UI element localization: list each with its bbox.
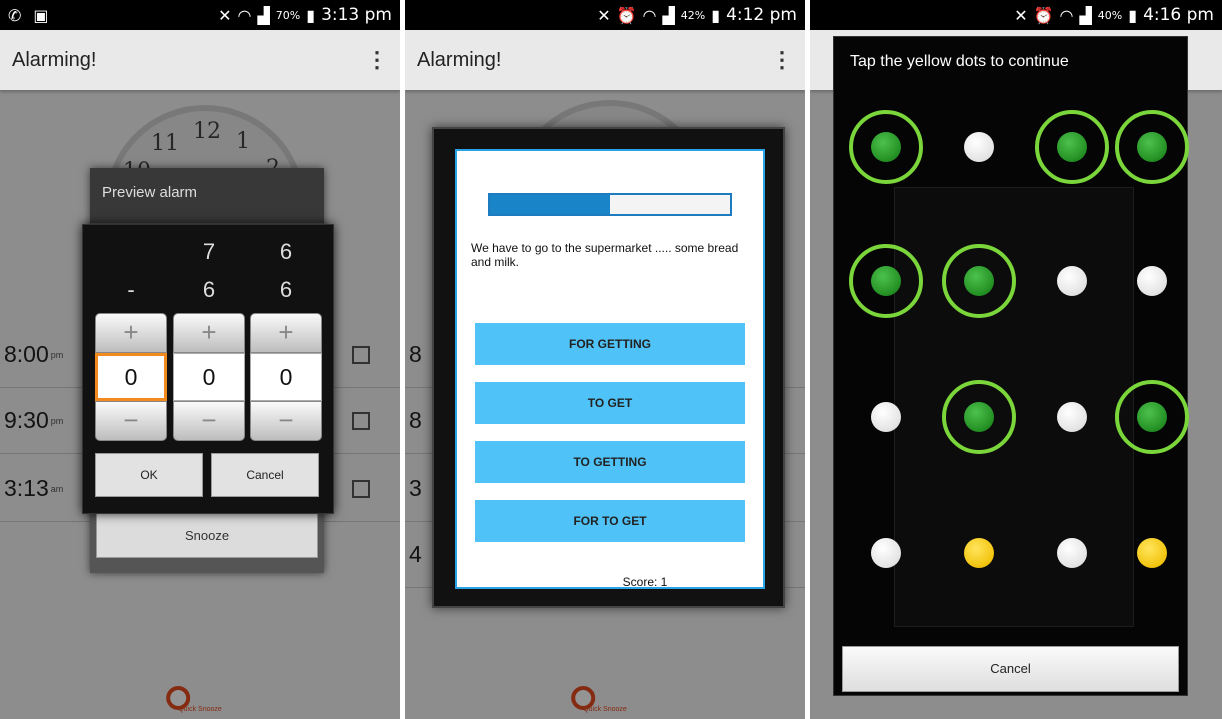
picker-column: 6 6 + 0 −: [250, 225, 322, 455]
wifi-icon: ◠: [642, 5, 657, 25]
answer-button[interactable]: FOR GETTING: [475, 323, 745, 365]
battery-percent: 40%: [1097, 8, 1123, 22]
picker-value-input[interactable]: 0: [95, 353, 167, 401]
battery-icon: ▮: [711, 5, 721, 25]
answer-button[interactable]: TO GETTING: [475, 441, 745, 483]
quiz-card: We have to go to the supermarket ..... s…: [455, 149, 765, 589]
increment-button[interactable]: +: [250, 313, 322, 353]
mute-icon: ✕: [1014, 5, 1028, 25]
signal-icon: ▟: [257, 5, 270, 25]
green-dot[interactable]: [871, 266, 901, 296]
increment-button[interactable]: +: [173, 313, 245, 353]
status-time: 4:12 pm: [726, 5, 797, 25]
signal-icon: ▟: [1079, 5, 1092, 25]
dot-challenge-dialog: Tap the yellow dots to continue Cancel: [833, 36, 1189, 696]
wifi-icon: ◠: [237, 5, 252, 25]
progress-fill: [490, 195, 610, 214]
mute-icon: ✕: [597, 5, 611, 25]
picker-value-input[interactable]: 0: [250, 353, 322, 401]
app-bar: Alarming! ⋮: [0, 30, 400, 90]
green-dot[interactable]: [1057, 132, 1087, 162]
overflow-menu-icon[interactable]: ⋮: [366, 47, 388, 73]
green-dot[interactable]: [871, 132, 901, 162]
decrement-button[interactable]: −: [95, 401, 167, 441]
gallery-icon: ▣: [33, 5, 49, 25]
battery-percent: 42%: [680, 8, 706, 22]
quiz-question: We have to go to the supermarket ..... s…: [471, 241, 739, 269]
status-bar: ✕ ⏰ ◠ ▟ 42% ▮ 4:12 pm: [405, 0, 805, 30]
quiz-progress-bar: [488, 193, 732, 216]
yellow-dot[interactable]: [1137, 538, 1167, 568]
snooze-button[interactable]: Snooze: [96, 513, 318, 558]
screen-quiz: ✕ ⏰ ◠ ▟ 42% ▮ 4:12 pm Alarming! ⋮ 8 8 3 …: [405, 0, 805, 719]
increment-button[interactable]: +: [95, 313, 167, 353]
green-dot[interactable]: [964, 266, 994, 296]
status-time: 3:13 pm: [321, 5, 392, 25]
white-dot[interactable]: [964, 132, 994, 162]
overflow-menu-icon[interactable]: ⋮: [771, 47, 793, 73]
decrement-button[interactable]: −: [250, 401, 322, 441]
white-dot[interactable]: [871, 402, 901, 432]
white-dot[interactable]: [1057, 266, 1087, 296]
decrement-button[interactable]: −: [173, 401, 245, 441]
whatsapp-icon: ✆: [8, 5, 22, 25]
yellow-dot[interactable]: [964, 538, 994, 568]
white-dot[interactable]: [1057, 402, 1087, 432]
picker-column: 7 6 + 0 −: [173, 225, 245, 455]
alarm-icon: ⏰: [616, 5, 637, 25]
battery-percent: 70%: [275, 8, 301, 22]
white-dot[interactable]: [1137, 266, 1167, 296]
quiz-score: Score: 1: [622, 575, 668, 589]
status-time: 4:16 pm: [1143, 5, 1214, 25]
number-picker-dialog: - + 0 − 7 6 + 0 − 6 6 + 0 − OK Cancel: [82, 224, 334, 514]
status-bar: ✆ ▣ ✕ ◠ ▟ 70% ▮ 3:13 pm: [0, 0, 400, 30]
answer-button[interactable]: FOR TO GET: [475, 500, 745, 542]
wifi-icon: ◠: [1059, 5, 1074, 25]
status-bar: ✕ ⏰ ◠ ▟ 40% ▮ 4:16 pm: [810, 0, 1222, 30]
green-dot[interactable]: [1137, 402, 1167, 432]
picker-column: - + 0 −: [95, 225, 167, 455]
picker-value-input[interactable]: 0: [173, 353, 245, 401]
green-dot[interactable]: [964, 402, 994, 432]
green-dot[interactable]: [1137, 132, 1167, 162]
cancel-button[interactable]: Cancel: [211, 453, 319, 497]
screen-dot-challenge: ✕ ⏰ ◠ ▟ 40% ▮ 4:16 pm Tap the yellow dot…: [810, 0, 1222, 719]
battery-icon: ▮: [1128, 5, 1138, 25]
screen-preview-alarm: ✆ ▣ ✕ ◠ ▟ 70% ▮ 3:13 pm Alarming! ⋮ 11 1…: [0, 0, 400, 719]
dialog-title: Preview alarm: [90, 168, 324, 223]
cancel-button[interactable]: Cancel: [842, 646, 1179, 692]
ok-button[interactable]: OK: [95, 453, 203, 497]
mute-icon: ✕: [218, 5, 232, 25]
signal-icon: ▟: [662, 5, 675, 25]
alarm-icon: ⏰: [1033, 5, 1054, 25]
white-dot[interactable]: [1057, 538, 1087, 568]
app-title: Alarming!: [12, 48, 97, 71]
battery-icon: ▮: [306, 5, 316, 25]
app-bar: Alarming! ⋮: [405, 30, 805, 90]
white-dot[interactable]: [871, 538, 901, 568]
app-title: Alarming!: [417, 48, 502, 71]
challenge-instruction: Tap the yellow dots to continue: [850, 53, 1069, 70]
quiz-dialog: We have to go to the supermarket ..... s…: [432, 127, 785, 608]
answer-button[interactable]: TO GET: [475, 382, 745, 424]
